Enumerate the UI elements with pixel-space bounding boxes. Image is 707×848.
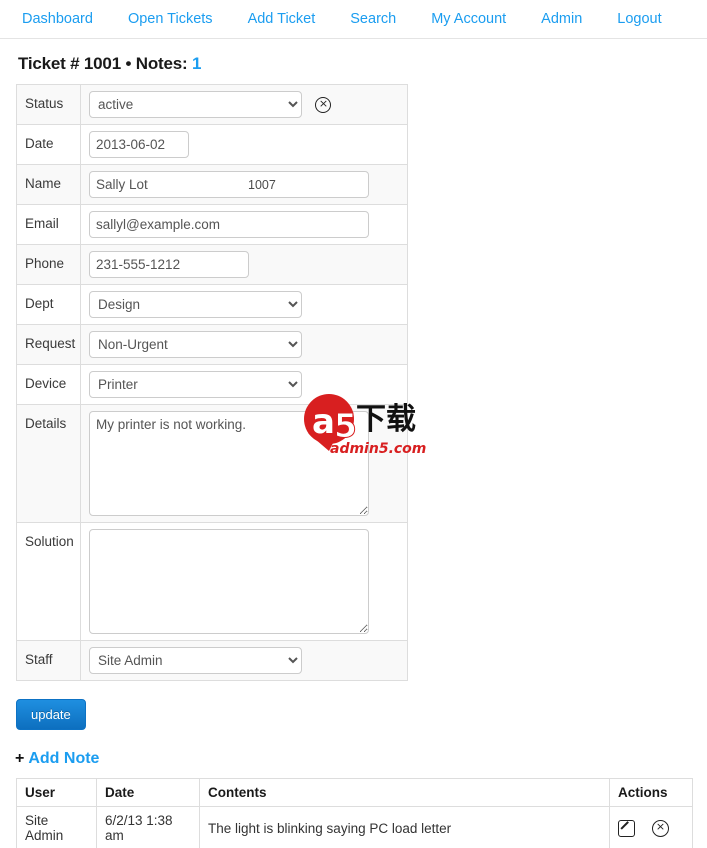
notes-table-header-row: User Date Contents Actions	[16, 778, 693, 807]
label-staff: Staff	[16, 640, 81, 681]
label-solution: Solution	[16, 522, 81, 641]
nav-item-add-ticket[interactable]: Add Ticket	[248, 11, 316, 27]
note-date: 6/2/13 1:38 am	[96, 806, 200, 848]
form-row-staff: Staff Site Admin	[16, 640, 408, 681]
label-status: Status	[16, 84, 81, 125]
note-user: Site Admin	[16, 806, 97, 848]
note-contents: The light is blinking saying PC load let…	[199, 806, 610, 848]
column-header-date: Date	[96, 778, 200, 807]
form-row-date: Date	[16, 124, 408, 165]
note-count-link[interactable]: 1	[192, 54, 201, 73]
nav-item-admin[interactable]: Admin	[541, 11, 582, 27]
label-phone: Phone	[16, 244, 81, 285]
form-row-device: Device Printer	[16, 364, 408, 405]
label-name: Name	[16, 164, 81, 205]
label-request: Request	[16, 324, 81, 365]
form-row-phone: Phone	[16, 244, 408, 285]
status-select[interactable]: active	[89, 91, 302, 118]
label-device: Device	[16, 364, 81, 405]
field-status: active ×	[81, 85, 408, 125]
form-row-name: Name 1007	[16, 164, 408, 205]
staff-select[interactable]: Site Admin	[89, 647, 302, 674]
field-solution	[81, 523, 408, 641]
label-date: Date	[16, 124, 81, 165]
field-staff: Site Admin	[81, 641, 408, 681]
email-input[interactable]	[89, 211, 369, 238]
add-note-link[interactable]: + Add Note	[15, 750, 99, 768]
nav-item-open-tickets[interactable]: Open Tickets	[128, 11, 213, 27]
field-phone	[81, 245, 408, 285]
field-details: My printer is not working.	[81, 405, 408, 523]
plus-icon: +	[15, 750, 25, 767]
form-row-request: Request Non-Urgent	[16, 324, 408, 365]
delete-note-icon[interactable]: ×	[652, 819, 669, 837]
main-navigation: Dashboard Open Tickets Add Ticket Search…	[0, 0, 707, 39]
page-title-text: Ticket # 1001 • Notes:	[18, 54, 188, 73]
device-select[interactable]: Printer	[89, 371, 302, 398]
form-row-email: Email	[16, 204, 408, 245]
phone-input[interactable]	[89, 251, 249, 278]
form-row-dept: Dept Design	[16, 284, 408, 325]
label-details: Details	[16, 404, 81, 523]
note-actions: ×	[610, 807, 693, 848]
table-row: Site Admin 6/2/13 1:38 am The light is b…	[16, 806, 693, 848]
field-device: Printer	[81, 365, 408, 405]
request-select[interactable]: Non-Urgent	[89, 331, 302, 358]
add-note-label: Add Note	[28, 750, 100, 767]
ticket-detail-page: Dashboard Open Tickets Add Ticket Search…	[0, 0, 707, 848]
label-dept: Dept	[16, 284, 81, 325]
form-row-details: Details My printer is not working.	[16, 404, 408, 523]
label-email: Email	[16, 204, 81, 245]
field-request: Non-Urgent	[81, 325, 408, 365]
nav-item-search[interactable]: Search	[350, 11, 396, 27]
field-name	[81, 165, 369, 205]
update-button[interactable]: update	[16, 699, 86, 730]
column-header-user: User	[16, 778, 97, 807]
form-row-status: Status active ×	[16, 84, 408, 125]
details-textarea[interactable]: My printer is not working.	[89, 411, 369, 516]
field-dept: Design	[81, 285, 408, 325]
delete-ticket-icon[interactable]: ×	[315, 96, 332, 113]
date-input[interactable]	[89, 131, 189, 158]
field-date	[81, 125, 408, 165]
nav-item-my-account[interactable]: My Account	[431, 11, 506, 27]
column-header-contents: Contents	[199, 778, 610, 807]
solution-textarea[interactable]	[89, 529, 369, 634]
page-title: Ticket # 1001 • Notes: 1	[18, 54, 707, 74]
column-header-actions: Actions	[609, 778, 693, 807]
form-row-solution: Solution	[16, 522, 408, 641]
field-email	[81, 205, 408, 245]
name-input[interactable]	[89, 171, 369, 198]
notes-table: User Date Contents Actions Site Admin 6/…	[16, 778, 693, 848]
ticket-form-table: Status active × Date Name	[16, 84, 408, 681]
nav-item-dashboard[interactable]: Dashboard	[22, 11, 93, 27]
nav-item-logout[interactable]: Logout	[617, 11, 661, 27]
edit-note-icon[interactable]	[618, 819, 635, 837]
dept-select[interactable]: Design	[89, 291, 302, 318]
